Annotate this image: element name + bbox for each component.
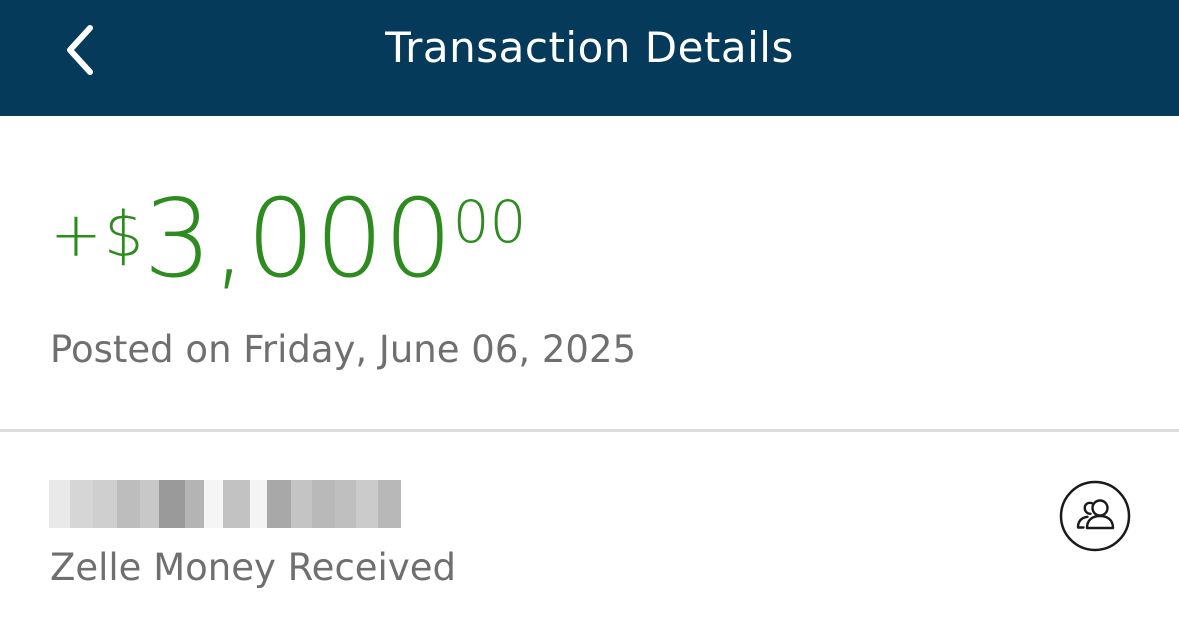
contact-button[interactable] [1059,480,1131,552]
amount-whole: 3,000 [143,177,453,302]
page-title: Transaction Details [385,23,794,72]
redacted-sender-name [49,480,401,528]
contacts-icon [1059,480,1131,552]
amount-cents: 00 [452,188,527,256]
amount-sign: + [50,198,102,271]
section-divider [0,429,1179,432]
transaction-amount: +$3,00000 [50,180,526,300]
posted-date: Posted on Friday, June 06, 2025 [50,328,637,371]
top-nav-bar: Transaction Details [0,0,1179,116]
transaction-description: Zelle Money Received [50,546,456,589]
currency-symbol: $ [103,198,144,271]
